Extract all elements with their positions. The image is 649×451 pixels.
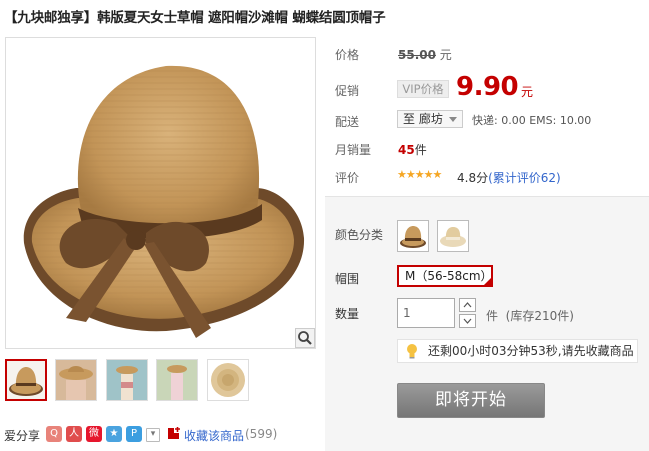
review-count-link[interactable]: (累计评价62) — [488, 171, 561, 185]
selected-check-icon — [484, 278, 491, 285]
stock-count: (库存210件) — [505, 309, 574, 323]
color-option-brown[interactable] — [397, 220, 429, 252]
quantity-input[interactable]: 1 — [397, 298, 455, 328]
quantity-decrease-button[interactable] — [459, 314, 476, 328]
original-price-value: 55.00 — [398, 48, 436, 62]
original-price: 55.00 元 — [398, 46, 452, 63]
chevron-down-icon — [463, 318, 472, 324]
favorite-link[interactable]: 收藏该商品 — [184, 427, 244, 444]
selected-indicator — [26, 359, 34, 361]
shipping-label: 配送 — [335, 115, 360, 129]
share-renren-icon[interactable]: 人 — [66, 426, 82, 442]
main-product-image[interactable] — [5, 37, 316, 349]
size-label: 帽围 — [335, 272, 360, 286]
promo-price-unit: 元 — [521, 85, 534, 99]
quantity-label: 数量 — [335, 307, 360, 321]
countdown-notice: 还剩00小时03分钟53秒,请先收藏商品 — [397, 339, 638, 363]
share-weibo-icon[interactable]: 微 — [86, 426, 102, 442]
thumbnail-model-street[interactable] — [156, 359, 198, 401]
sales-count: 45 — [398, 143, 415, 157]
rating-label: 评价 — [335, 171, 360, 185]
product-title: 【九块邮独享】韩版夏天女士草帽 遮阳帽沙滩帽 蝴蝶结圆顶帽子 — [4, 10, 386, 26]
favorite-count: (599) — [245, 427, 278, 441]
buy-coming-soon-button[interactable]: 即将开始 — [397, 383, 545, 418]
lightbulb-icon — [407, 344, 417, 359]
thumbnail-hat-top[interactable] — [207, 359, 249, 401]
thumbnail-model-beach[interactable] — [106, 359, 148, 401]
rating-score-line: 4.8分(累计评价62) — [457, 169, 561, 186]
promo-price: 9.90 — [456, 72, 519, 102]
original-price-unit: 元 — [439, 48, 452, 62]
shipping-fee-info: 快递: 0.00 EMS: 10.00 — [472, 114, 592, 127]
shipping-destination: 至 廊坊 — [403, 112, 443, 126]
size-option-selected[interactable]: M（56-58cm） — [397, 265, 493, 287]
countdown-text: 还剩00小时03分钟53秒,请先收藏商品 — [428, 344, 634, 358]
chevron-down-icon — [449, 117, 457, 122]
hat-image — [23, 65, 305, 338]
share-p-icon[interactable]: P — [126, 426, 142, 442]
quantity-increase-button[interactable] — [459, 298, 476, 312]
rating-score: 4.8分 — [457, 171, 489, 185]
vip-price-badge: VIP价格 — [397, 80, 449, 98]
magnifier-icon — [298, 331, 312, 345]
sales-unit: 件 — [414, 143, 427, 157]
share-more-icon[interactable]: ▾ — [146, 428, 160, 442]
price-label: 价格 — [335, 48, 360, 62]
thumbnail-model-back[interactable] — [55, 359, 97, 401]
stock-info: 件 (库存210件) — [486, 307, 574, 324]
rating-stars-icon: ★★★★★ — [397, 168, 442, 181]
quantity-unit: 件 — [486, 309, 499, 323]
color-label: 颜色分类 — [335, 228, 384, 242]
chevron-up-icon — [463, 302, 472, 308]
share-qzone-icon[interactable]: ★ — [106, 426, 122, 442]
promo-label: 促销 — [335, 84, 360, 98]
monthly-sales: 45件 — [398, 141, 427, 158]
sales-label: 月销量 — [335, 143, 372, 157]
shipping-destination-dropdown[interactable]: 至 廊坊 — [397, 110, 463, 128]
size-value: M（56-58cm） — [405, 269, 493, 283]
thumbnail-hat-front[interactable] — [5, 359, 47, 401]
zoom-button[interactable] — [295, 328, 315, 348]
favorite-icon[interactable] — [167, 426, 181, 440]
share-q-icon[interactable]: Q — [46, 426, 62, 442]
color-option-beige[interactable] — [437, 220, 469, 252]
share-label: 爱分享 — [4, 429, 41, 443]
